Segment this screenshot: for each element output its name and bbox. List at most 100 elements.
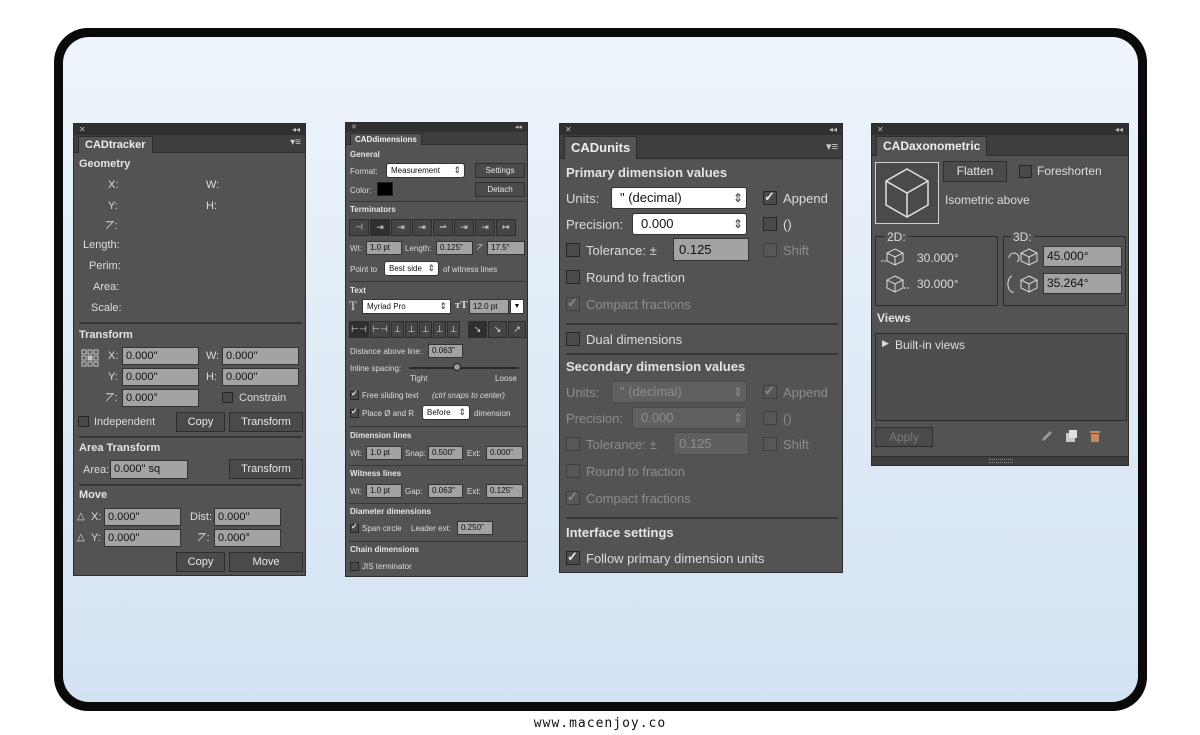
transform-copy-button[interactable]: Copy <box>176 412 225 432</box>
close-icon[interactable]: ✕ <box>351 123 357 132</box>
distance-above-input[interactable]: 0.063" <box>428 344 463 358</box>
text-position-above-button[interactable]: ⊢⊣ <box>370 321 390 338</box>
secondary-tolerance-input[interactable]: 0.125 <box>673 432 749 455</box>
chevron-down-icon[interactable]: ▼ <box>510 299 524 314</box>
transform-y-input[interactable]: 0.000" <box>122 368 199 386</box>
snap-input[interactable]: 0.500" <box>428 446 463 460</box>
close-icon[interactable]: ✕ <box>877 124 884 135</box>
inline-spacing-slider[interactable] <box>453 363 461 371</box>
shift-checkbox[interactable] <box>763 243 777 257</box>
text-rotate-1-button[interactable]: ⊥ <box>391 321 404 338</box>
text-angle-1-button[interactable]: ↘ <box>468 321 487 338</box>
collapse-icon[interactable]: ◂◂ <box>829 124 837 135</box>
tab-cadaxonometric[interactable]: CADaxonometric <box>876 136 988 156</box>
pencil-icon[interactable] <box>1040 429 1054 443</box>
text-rotate-4-button[interactable]: ⊥ <box>433 321 446 338</box>
font-size-input[interactable]: 12.0 pt <box>469 299 509 314</box>
disclosure-triangle-icon[interactable]: ▶ <box>882 338 889 349</box>
apply-button[interactable]: Apply <box>875 427 933 447</box>
collapse-icon[interactable]: ◂◂ <box>1115 124 1123 135</box>
terminator-wt-input[interactable]: 1.0 pt <box>366 241 402 255</box>
move-dist-input[interactable]: 0.000" <box>214 508 281 526</box>
text-position-inline-button[interactable]: ⊢⊣ <box>349 321 369 338</box>
transform-h-input[interactable]: 0.000" <box>222 368 299 386</box>
secondary-append-checkbox[interactable] <box>763 383 777 399</box>
panel-menu-icon[interactable]: ▾≡ <box>826 140 838 153</box>
independent-checkbox[interactable] <box>78 416 89 427</box>
dl-ext-input[interactable]: 0.000" <box>486 446 523 460</box>
area-transform-input[interactable]: 0.000" sq <box>110 460 188 479</box>
new-view-icon[interactable] <box>1064 429 1078 443</box>
jis-terminator-checkbox[interactable] <box>350 562 359 571</box>
transform-angle-input[interactable]: 0.000° <box>122 389 199 407</box>
move-angle-input[interactable]: 0.000° <box>214 529 281 547</box>
free-sliding-checkbox[interactable] <box>350 389 359 400</box>
tolerance-input[interactable]: 0.125 <box>673 238 749 261</box>
builtin-views-item[interactable]: Built-in views <box>895 338 965 352</box>
close-icon[interactable]: ✕ <box>565 124 572 135</box>
follow-primary-checkbox[interactable] <box>566 549 580 565</box>
reference-point-grid-icon[interactable] <box>81 349 99 367</box>
secondary-compact-checkbox[interactable] <box>566 489 580 505</box>
font-select[interactable]: Myriad Pro ⇕ <box>362 299 451 314</box>
secondary-units-select[interactable]: " (decimal) ⇕ <box>611 381 747 403</box>
collapse-icon[interactable]: ◂◂ <box>292 124 300 135</box>
wl-ext-input[interactable]: 0.125" <box>486 484 523 498</box>
area-transform-button[interactable]: Transform <box>229 459 303 479</box>
dual-dimensions-checkbox[interactable] <box>566 332 580 346</box>
move-button[interactable]: Move <box>229 552 303 572</box>
text-rotate-3-button[interactable]: ⊥ <box>419 321 432 338</box>
transform-x-input[interactable]: 0.000" <box>122 347 199 365</box>
panel-menu-icon[interactable]: ▾≡ <box>290 137 301 148</box>
leader-ext-input[interactable]: 0.250" <box>457 521 493 535</box>
terminator-open-arrow-button[interactable]: ⇥ <box>391 219 411 236</box>
close-icon[interactable]: ✕ <box>79 124 86 135</box>
detach-button[interactable]: Detach <box>475 182 525 197</box>
transform-button[interactable]: Transform <box>229 412 303 432</box>
compact-fractions-checkbox[interactable] <box>566 295 580 311</box>
text-angle-3-button[interactable]: ↗ <box>508 321 526 338</box>
settings-button[interactable]: Settings <box>475 163 525 178</box>
transform-w-input[interactable]: 0.000" <box>222 347 299 365</box>
secondary-round-checkbox[interactable] <box>566 464 580 478</box>
tolerance-checkbox[interactable] <box>566 243 580 257</box>
text-angle-2-button[interactable]: ↘ <box>488 321 507 338</box>
terminator-none-button[interactable]: ⊣ <box>349 219 369 236</box>
move-x-input[interactable]: 0.000" <box>104 508 181 526</box>
units-select[interactable]: " (decimal) ⇕ <box>611 187 747 209</box>
tab-cadtracker[interactable]: CADtracker <box>78 136 153 153</box>
precision-select[interactable]: 0.000 ⇕ <box>632 213 747 235</box>
terminator-half-arrow-button[interactable]: ⇀ <box>433 219 453 236</box>
point-to-select[interactable]: Best side ⇕ <box>384 261 439 276</box>
parentheses-checkbox[interactable] <box>763 217 777 231</box>
3d-tilt-input[interactable]: 35.264° <box>1043 273 1122 294</box>
color-swatch[interactable] <box>377 182 393 196</box>
terminator-filled-arrow-button[interactable]: ⇥ <box>412 219 432 236</box>
tab-cadunits[interactable]: CADunits <box>564 136 638 159</box>
flatten-button[interactable]: Flatten <box>943 161 1007 182</box>
terminator-tick-button[interactable]: ⇥ <box>475 219 495 236</box>
secondary-precision-select[interactable]: 0.000 ⇕ <box>632 407 747 429</box>
terminator-arrow-button[interactable]: ⇥ <box>370 219 390 236</box>
secondary-shift-checkbox[interactable] <box>763 437 777 451</box>
append-checkbox[interactable] <box>763 189 777 205</box>
secondary-tolerance-checkbox[interactable] <box>566 437 580 451</box>
text-rotate-5-button[interactable]: ⊥ <box>447 321 460 338</box>
collapse-icon[interactable]: ◂◂ <box>515 123 522 132</box>
move-copy-button[interactable]: Copy <box>176 552 225 572</box>
3d-rotation-input[interactable]: 45.000° <box>1043 246 1122 267</box>
place-diameter-checkbox[interactable] <box>350 407 359 418</box>
terminator-dot-button[interactable]: ↦ <box>496 219 516 236</box>
wl-wt-input[interactable]: 1.0 pt <box>366 484 402 498</box>
move-y-input[interactable]: 0.000" <box>104 529 181 547</box>
secondary-parentheses-checkbox[interactable] <box>763 411 777 425</box>
terminator-length-input[interactable]: 0.125" <box>436 241 473 255</box>
place-position-select[interactable]: Before ⇕ <box>422 405 470 420</box>
text-rotate-2-button[interactable]: ⊥ <box>405 321 418 338</box>
tab-caddimensions[interactable]: CADdimensions <box>350 133 422 145</box>
format-select[interactable]: Measurement ⇕ <box>386 163 465 178</box>
grip-icon[interactable] <box>989 459 1013 463</box>
foreshorten-checkbox[interactable] <box>1019 165 1032 178</box>
constrain-checkbox[interactable] <box>222 392 233 403</box>
terminator-slash-button[interactable]: ⇥ <box>454 219 474 236</box>
